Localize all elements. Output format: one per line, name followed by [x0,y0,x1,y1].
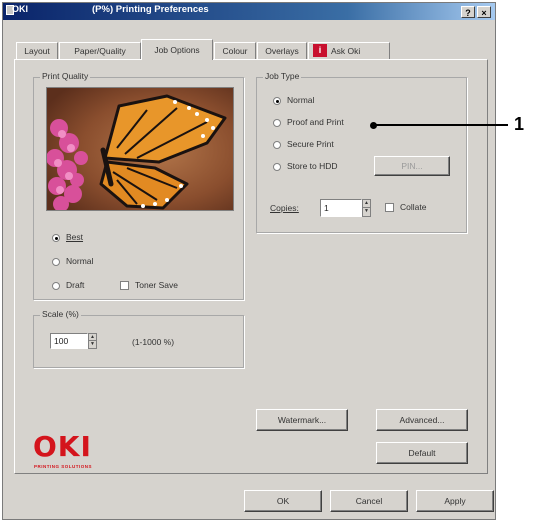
ask-oki-info-icon: i [313,44,327,57]
cancel-button[interactable]: Cancel [330,490,408,512]
print-quality-preview-image [46,87,234,211]
spin-down-icon[interactable]: ▼ [89,341,96,348]
quality-best-radio[interactable] [52,234,60,242]
toner-save-checkbox[interactable] [120,281,129,290]
print-quality-label: Print Quality [40,71,91,81]
tab-overlays[interactable]: Overlays [257,42,307,59]
oki-logo: OKI [33,430,92,463]
title-brand: OKI [12,4,29,14]
spin-up-icon[interactable]: ▲ [89,334,96,341]
quality-draft-radio[interactable] [52,282,60,290]
job-normal-label: Normal [287,95,315,105]
job-type-label: Job Type [263,71,302,81]
title-bar[interactable] [3,3,495,20]
quality-normal-label: Normal [66,256,94,266]
callout-number: 1 [514,114,525,134]
spin-up-icon[interactable]: ▲ [363,200,370,208]
job-secure-print-label: Secure Print [287,139,334,149]
quality-normal-radio[interactable] [52,258,60,266]
collate-label: Collate [400,202,427,212]
toner-save-label: Toner Save [135,280,178,290]
job-proof-and-print-radio[interactable] [273,119,281,127]
oki-logo-tagline: PRINTING SOLUTIONS [34,464,93,469]
advanced-button[interactable]: Advanced... [376,409,468,431]
scale-label: Scale (%) [40,309,81,319]
window-title: (P%) Printing Preferences [92,4,209,15]
default-button[interactable]: Default [376,442,468,464]
watermark-button[interactable]: Watermark... [256,409,348,431]
ok-button[interactable]: OK [244,490,322,512]
apply-button[interactable]: Apply [416,490,494,512]
quality-draft-label: Draft [66,280,85,290]
job-secure-print-radio[interactable] [273,141,281,149]
copies-input[interactable]: 1 [320,199,362,217]
copies-label: Copies: [270,203,299,213]
pin-button[interactable]: PIN... [374,156,450,176]
tab-colour[interactable]: Colour [214,42,256,59]
job-normal-radio[interactable] [273,97,281,105]
help-button[interactable]: ? [461,6,475,18]
tab-layout[interactable]: Layout [16,42,58,59]
tab-job-options[interactable]: Job Options [141,39,213,60]
close-button[interactable]: × [477,6,491,18]
tab-paper-quality[interactable]: Paper/Quality [59,42,141,59]
spin-down-icon[interactable]: ▼ [363,208,370,216]
callout-line [374,124,508,126]
copies-spinner[interactable]: ▲ ▼ [362,199,371,217]
job-store-to-hdd-radio[interactable] [273,163,281,171]
collate-checkbox[interactable] [385,203,394,212]
quality-best-label: Best [66,232,84,242]
scale-range-text: (1-1000 %) [132,337,175,347]
tab-ask-oki-label: Ask Oki [331,46,361,56]
scale-spinner[interactable]: ▲ ▼ [88,333,97,349]
scale-input[interactable]: 100 [50,333,88,349]
job-proof-and-print-label: Proof and Print [287,117,344,127]
job-store-to-hdd-label: Store to HDD [287,161,338,171]
